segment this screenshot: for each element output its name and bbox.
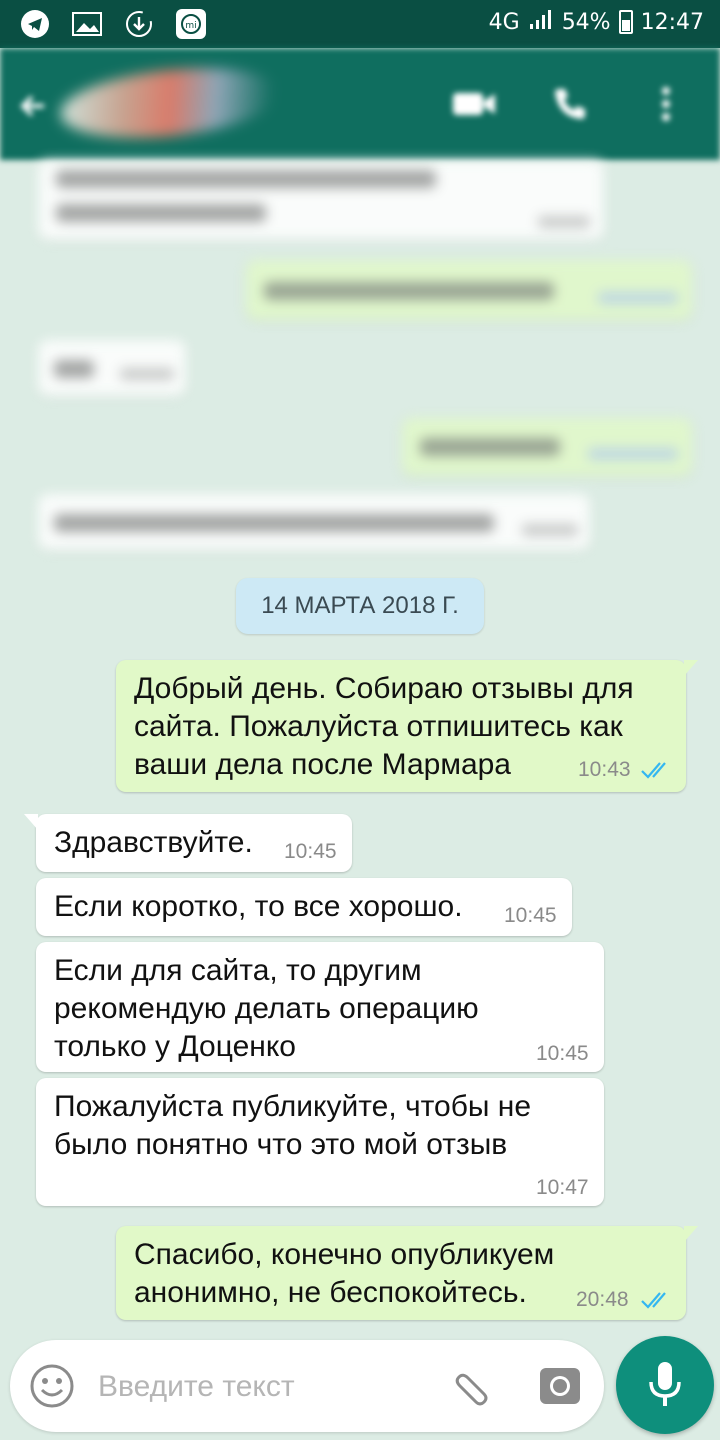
read-ticks-icon — [641, 1292, 666, 1309]
date-divider: 14 МАРТА 2018 Г. — [236, 578, 484, 634]
svg-text:mi: mi — [185, 21, 196, 31]
message-time: 20:48 — [576, 1288, 629, 1311]
chat-header — [0, 48, 720, 160]
message-time: 10:45 — [504, 904, 557, 927]
blurred-bubble — [246, 260, 692, 320]
video-call-icon[interactable] — [450, 84, 498, 124]
clock: 12:47 — [640, 9, 704, 35]
message-text: Если коротко, то все хорошо. — [54, 890, 463, 923]
camera-icon[interactable] — [536, 1362, 584, 1410]
blurred-bubble — [38, 160, 604, 240]
message-incoming[interactable]: Если для сайта, то другим рекомендую дел… — [36, 942, 604, 1072]
blurred-bubble — [38, 494, 590, 550]
more-icon[interactable] — [642, 84, 690, 124]
attach-icon[interactable] — [448, 1362, 496, 1410]
message-time: 10:45 — [536, 1042, 589, 1065]
message-text: Спасибо, конечно опубликуем анонимно, не… — [134, 1238, 555, 1309]
contact-avatar[interactable] — [57, 58, 283, 148]
message-incoming[interactable]: Здравствуйте. 10:45 — [24, 814, 352, 872]
message-time: 10:45 — [284, 840, 337, 863]
network-type: 4G — [488, 9, 520, 35]
battery-percent: 54% — [561, 9, 611, 35]
message-outgoing[interactable]: Спасибо, конечно опубликуем анонимно, не… — [116, 1226, 698, 1320]
message-text: Если для сайта, то другим рекомендую дел… — [54, 954, 479, 1063]
back-arrow-icon[interactable] — [14, 86, 54, 126]
blurred-bubble — [38, 340, 186, 396]
message-time: 10:43 — [578, 758, 631, 781]
message-input[interactable] — [96, 1364, 430, 1410]
read-ticks-icon — [641, 762, 666, 779]
message-text: Пожалуйста публикуйте, чтобы не было пон… — [54, 1090, 532, 1161]
call-icon[interactable] — [546, 84, 594, 124]
message-outgoing[interactable]: Добрый день. Собираю отзывы для сайта. П… — [116, 660, 698, 792]
message-time: 10:47 — [536, 1176, 589, 1199]
status-bar: mi 4G 54% 12:47 — [0, 0, 720, 48]
message-incoming[interactable]: Если коротко, то все хорошо. 10:45 — [36, 878, 572, 936]
emoji-icon[interactable] — [28, 1362, 76, 1410]
download-icon — [122, 8, 156, 40]
image-icon — [70, 8, 104, 40]
blurred-bubble — [402, 418, 692, 476]
mic-icon — [649, 1362, 681, 1406]
message-text: Здравствуйте. — [54, 826, 253, 859]
battery-icon — [618, 10, 633, 34]
mi-icon: mi — [174, 8, 208, 40]
mic-button[interactable] — [616, 1336, 714, 1434]
signal-icon — [528, 8, 554, 36]
telegram-icon — [18, 8, 52, 40]
message-composer — [10, 1340, 604, 1432]
chat-area[interactable]: 14 МАРТА 2018 Г. Добрый день. Собираю от… — [0, 160, 720, 1335]
message-incoming[interactable]: Пожалуйста публикуйте, чтобы не было пон… — [36, 1078, 604, 1206]
